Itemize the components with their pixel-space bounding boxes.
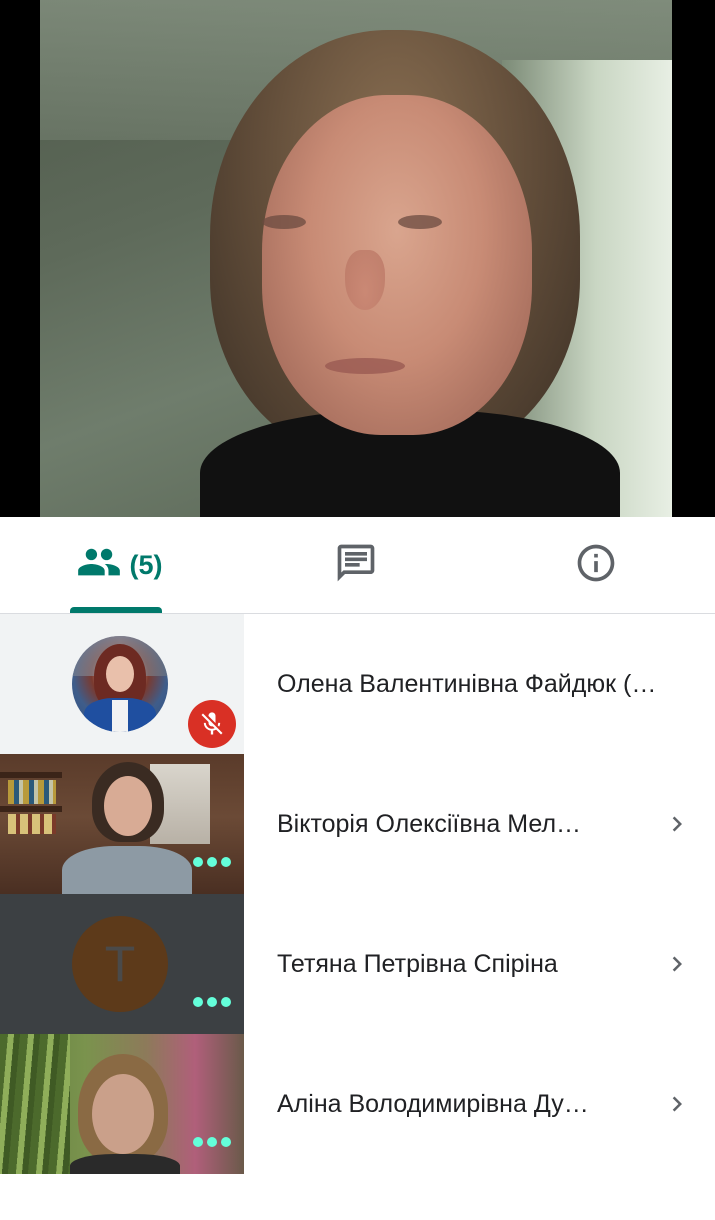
video-books (8, 814, 56, 834)
video-person-body (70, 1154, 180, 1174)
info-icon (574, 541, 618, 590)
mic-off-icon (188, 700, 236, 748)
more-options-icon[interactable] (193, 1135, 231, 1149)
participant-count: (5) (129, 549, 163, 580)
more-options-icon[interactable] (193, 855, 231, 869)
video-person-face (92, 1074, 154, 1154)
speaker-face (262, 95, 532, 435)
panel-tab-bar: (5) (0, 517, 715, 614)
selected-tab-indicator (70, 607, 162, 613)
participant-video-tile (0, 754, 244, 894)
avatar (72, 636, 168, 732)
video-shelf (0, 772, 62, 778)
participant-row[interactable]: Вікторія Олексіївна Мел… (0, 754, 715, 894)
participant-video-tile (0, 1034, 244, 1174)
tab-chat[interactable] (275, 517, 437, 613)
avatar: T (72, 916, 168, 1012)
main-video[interactable] (0, 0, 715, 517)
avatar-photo-shirt (112, 700, 128, 732)
tab-info[interactable] (515, 517, 677, 613)
chevron-right-icon[interactable] (660, 946, 694, 982)
participant-name: Вікторія Олексіївна Мел… (277, 809, 582, 838)
participant-row[interactable]: Олена Валентинівна Файдюк (… (0, 614, 715, 754)
more-options-icon[interactable] (193, 995, 231, 1009)
participant-video (0, 1034, 244, 1174)
speaker-eye (262, 215, 306, 229)
avatar-photo-face (106, 656, 134, 692)
participant-row[interactable]: T Тетяна Петрівна Спіріна (0, 894, 715, 1034)
chat-icon (334, 541, 378, 590)
video-curtain (0, 1034, 70, 1174)
participant-name: Тетяна Петрівна Спіріна (277, 949, 558, 978)
people-icon (76, 545, 122, 586)
speaker-mouth (325, 358, 405, 374)
video-books (8, 780, 56, 804)
participant-tile (0, 614, 244, 754)
participant-video (0, 754, 244, 894)
tab-people[interactable]: (5) (38, 517, 200, 613)
video-person-face (104, 776, 152, 836)
speaker-nose (345, 250, 385, 310)
participant-list: Олена Валентинівна Файдюк (… Вікторія Ол… (0, 614, 715, 1174)
chevron-right-icon[interactable] (660, 806, 694, 842)
participant-name: Аліна Володимирівна Ду… (277, 1089, 589, 1118)
chevron-right-icon[interactable] (660, 1086, 694, 1122)
participant-tile: T (0, 894, 244, 1034)
participant-row[interactable]: Аліна Володимирівна Ду… (0, 1034, 715, 1174)
participant-name: Олена Валентинівна Файдюк (… (277, 669, 657, 698)
speaker-eye (398, 215, 442, 229)
video-person-body (62, 846, 192, 894)
video-shelf (0, 806, 62, 812)
